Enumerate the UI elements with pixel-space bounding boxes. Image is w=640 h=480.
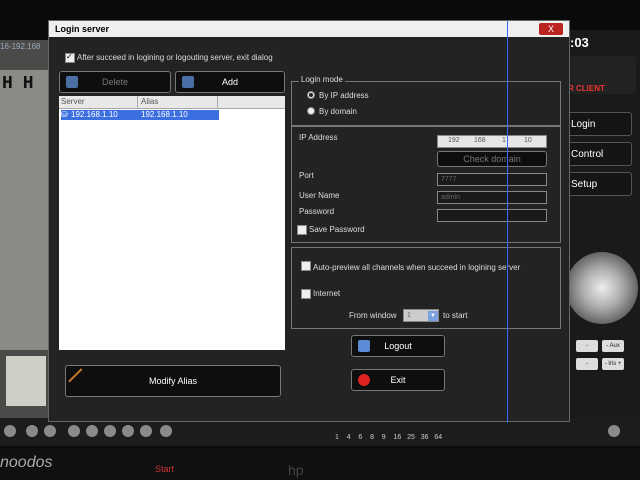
to-start-label: to start (443, 311, 468, 320)
ptz-aux-minus-button[interactable]: - (576, 340, 598, 352)
from-window-value: 1 (407, 312, 411, 319)
login-mode-group (291, 81, 561, 127)
port-input[interactable]: 7777 (437, 173, 547, 186)
control-dot[interactable] (160, 425, 172, 437)
internet-checkbox[interactable] (301, 289, 311, 299)
by-ip-radio[interactable] (307, 91, 315, 99)
background-ip-text: 16-192.168 (0, 42, 41, 51)
table-row[interactable]: ⛁ 192.168.1.10 192.168.1.10 (61, 110, 219, 120)
port-label: Port (299, 171, 314, 180)
ptz-aux-label: - Aux (602, 340, 624, 352)
background-video-view (0, 70, 52, 350)
logout-button[interactable]: Logout (351, 335, 445, 357)
by-domain-label: By domain (319, 107, 357, 116)
channel-8[interactable]: 8 (370, 434, 374, 441)
start-text: Start (155, 464, 175, 474)
auto-preview-checkbox[interactable] (301, 261, 311, 271)
column-divider (217, 96, 218, 108)
chevron-down-icon[interactable]: ▼ (428, 311, 438, 321)
control-dot[interactable] (4, 425, 16, 437)
add-button[interactable]: Add (175, 71, 285, 93)
side-control-button[interactable]: Control (566, 142, 632, 166)
control-dot[interactable] (44, 425, 56, 437)
from-window-select[interactable]: 1 ▼ (403, 309, 439, 322)
delete-icon (66, 76, 78, 88)
hp-logo: hp (288, 462, 304, 478)
password-input[interactable] (437, 209, 547, 222)
channel-4[interactable]: 4 (347, 434, 351, 441)
control-dot[interactable] (140, 425, 152, 437)
add-icon (182, 76, 194, 88)
ptz-joystick[interactable] (566, 252, 638, 324)
row-server-icon: ⛁ (61, 110, 68, 119)
exit-button[interactable]: Exit (351, 369, 445, 391)
control-dot[interactable] (68, 425, 80, 437)
save-password-checkbox[interactable] (297, 225, 307, 235)
row-server: 192.168.1.10 (71, 110, 118, 119)
channel-64[interactable]: 64 (434, 434, 442, 441)
screen-artifact-line (507, 21, 508, 423)
exit-dialog-checkbox[interactable] (65, 52, 75, 63)
password-label: Password (299, 207, 335, 216)
exit-dialog-label: After succeed in logining or logouting s… (77, 53, 273, 62)
logout-icon (358, 340, 370, 352)
modify-alias-button[interactable]: Modify Alias (65, 365, 281, 397)
from-window-label: From window (349, 311, 397, 320)
background-thumbnail (6, 356, 46, 406)
pencil-icon (68, 368, 94, 394)
login-server-dialog: Login server X After succeed in logining… (48, 20, 570, 423)
ip-octet: 192 (448, 137, 460, 144)
control-dot[interactable] (26, 425, 38, 437)
ptz-iris-minus-button[interactable]: - (576, 358, 598, 370)
server-column-header[interactable]: Server (61, 97, 85, 106)
channel-25[interactable]: 25 (407, 434, 415, 441)
channel-16[interactable]: 16 (393, 434, 401, 441)
channel-9[interactable]: 9 (382, 434, 386, 441)
delete-button[interactable]: Delete (59, 71, 171, 93)
login-mode-title: Login mode (299, 75, 345, 84)
save-password-label: Save Password (309, 225, 365, 234)
ip-address-input[interactable]: 192 168 1 10 (437, 135, 547, 148)
username-input[interactable]: admin (437, 191, 547, 204)
background-hh-text: HH (2, 74, 44, 94)
side-setup-button[interactable]: Setup (566, 172, 632, 196)
list-header: Server Alias (59, 96, 285, 109)
dialog-title: Login server (49, 21, 569, 37)
ip-address-label: IP Address (299, 133, 338, 142)
by-ip-label: By IP address (319, 91, 369, 100)
exit-label: Exit (390, 375, 406, 385)
channel-6[interactable]: 6 (358, 434, 362, 441)
internet-label: Internet (313, 289, 341, 298)
control-dot[interactable] (608, 425, 620, 437)
ip-octet: 1 (502, 137, 506, 144)
channel-1[interactable]: 1 (335, 434, 339, 441)
row-alias: 192.168.1.10 (141, 110, 188, 119)
column-divider (137, 96, 138, 108)
control-dot[interactable] (122, 425, 134, 437)
ip-octet: 10 (524, 137, 532, 144)
delete-label: Delete (101, 77, 128, 87)
server-list[interactable]: Server Alias ⛁ 192.168.1.10 192.168.1.10 (59, 96, 285, 350)
clock-text: :03 (570, 35, 589, 50)
alias-column-header[interactable]: Alias (141, 97, 158, 106)
channel-36[interactable]: 36 (421, 434, 429, 441)
check-domain-button[interactable]: Check domain (437, 151, 547, 167)
control-dot[interactable] (86, 425, 98, 437)
channel-numbers: 1 4 6 8 9 16 25 36 64 (335, 434, 442, 441)
exit-icon (358, 374, 370, 386)
control-dot[interactable] (104, 425, 116, 437)
ptz-iris-label: - Iris + (602, 358, 624, 370)
side-login-button[interactable]: Login (566, 112, 632, 136)
add-label: Add (221, 77, 238, 87)
close-button[interactable]: X (539, 23, 563, 35)
modify-alias-label: Modify Alias (148, 376, 198, 386)
vendor-logo: noodos (0, 454, 53, 471)
username-label: User Name (299, 191, 340, 200)
ip-octet: 168 (474, 137, 486, 144)
auto-preview-label: Auto-preview all channels when succeed i… (313, 263, 521, 272)
by-domain-radio[interactable] (307, 107, 315, 115)
client-brand-text: R CLIENT (568, 84, 605, 93)
logout-label: Logout (384, 341, 412, 351)
taskbar-strip (0, 448, 640, 480)
